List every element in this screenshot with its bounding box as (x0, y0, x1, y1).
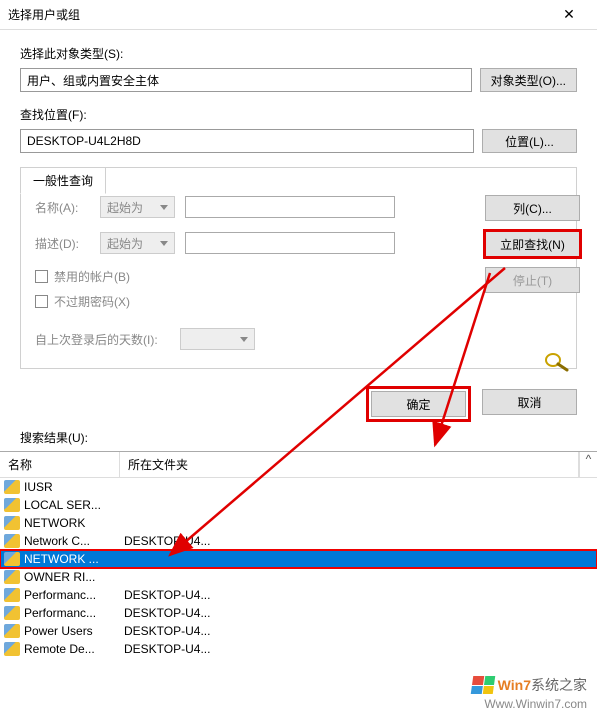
row-name: OWNER RI... (24, 570, 124, 584)
table-row[interactable]: Performanc...DESKTOP-U4... (0, 586, 597, 604)
row-name: Remote De... (24, 642, 124, 656)
table-row[interactable]: OWNER RI... (0, 568, 597, 586)
row-location: DESKTOP-U4... (124, 588, 593, 602)
row-name: LOCAL SER... (24, 498, 124, 512)
table-row[interactable]: Remote De...DESKTOP-U4... (0, 640, 597, 658)
table-row[interactable]: LOCAL SER... (0, 496, 597, 514)
name-label: 名称(A): (35, 199, 90, 216)
window-title: 选择用户或组 (8, 6, 549, 23)
results-label: 搜索结果(U): (0, 429, 597, 451)
user-group-icon (4, 516, 20, 530)
col-name[interactable]: 名称 (0, 452, 120, 477)
watermark-url: Www.Winwin7.com (472, 697, 587, 711)
row-name: Performanc... (24, 588, 124, 602)
row-location: DESKTOP-U4... (124, 642, 593, 656)
location-label: 查找位置(F): (20, 106, 577, 123)
user-group-icon (4, 498, 20, 512)
col-location[interactable]: 所在文件夹 (120, 452, 579, 477)
days-since-login-select (180, 328, 255, 350)
ok-highlight: 确定 (369, 389, 468, 419)
search-icon (541, 350, 571, 372)
row-name: Power Users (24, 624, 124, 638)
ok-button[interactable]: 确定 (371, 391, 466, 417)
title-bar: 选择用户或组 ✕ (0, 0, 597, 30)
table-row[interactable]: IUSR (0, 478, 597, 496)
user-group-icon (4, 642, 20, 656)
user-group-icon (4, 480, 20, 494)
row-location: DESKTOP-U4... (124, 606, 593, 620)
days-since-login-label: 自上次登录后的天数(I): (35, 331, 170, 348)
cancel-button[interactable]: 取消 (482, 389, 577, 415)
stop-button: 停止(T) (485, 267, 580, 293)
windows-flag-icon (470, 676, 495, 694)
locations-button[interactable]: 位置(L)... (482, 129, 577, 153)
watermark-brand: Win7系统之家 (498, 675, 587, 695)
disabled-accounts-checkbox[interactable]: 禁用的帐户(B) (35, 268, 456, 285)
user-group-icon (4, 606, 20, 620)
desc-input[interactable] (185, 232, 395, 254)
scroll-up-icon[interactable]: ^ (579, 452, 597, 477)
checkbox-icon (35, 295, 48, 308)
watermark: Win7系统之家 Www.Winwin7.com (472, 675, 587, 711)
desc-label: 描述(D): (35, 235, 90, 252)
user-group-icon (4, 552, 20, 566)
row-location: DESKTOP-U4... (124, 534, 593, 548)
table-row[interactable]: Performanc...DESKTOP-U4... (0, 604, 597, 622)
table-row[interactable]: NETWORK ... (0, 550, 597, 568)
close-icon[interactable]: ✕ (549, 6, 589, 23)
name-mode-select[interactable]: 起始为 (100, 196, 175, 218)
columns-button[interactable]: 列(C)... (485, 195, 580, 221)
object-type-input[interactable] (20, 68, 472, 92)
row-name: Performanc... (24, 606, 124, 620)
checkbox-icon (35, 270, 48, 283)
user-group-icon (4, 570, 20, 584)
user-group-icon (4, 588, 20, 602)
row-name: IUSR (24, 480, 124, 494)
object-type-label: 选择此对象类型(S): (20, 45, 577, 62)
find-now-button[interactable]: 立即查找(N) (485, 231, 580, 257)
user-group-icon (4, 624, 20, 638)
user-group-icon (4, 534, 20, 548)
location-input[interactable] (20, 129, 474, 153)
table-row[interactable]: Network C...DESKTOP-U4... (0, 532, 597, 550)
results-header: 名称 所在文件夹 ^ (0, 452, 597, 478)
name-input[interactable] (185, 196, 395, 218)
results-list: 名称 所在文件夹 ^ IUSR LOCAL SER... NETWORK Networ… (0, 451, 597, 658)
tab-general-query[interactable]: 一般性查询 (20, 167, 106, 194)
non-expiring-checkbox[interactable]: 不过期密码(X) (35, 293, 456, 310)
desc-mode-select[interactable]: 起始为 (100, 232, 175, 254)
row-name: NETWORK (24, 516, 124, 530)
object-types-button[interactable]: 对象类型(O)... (480, 68, 577, 92)
row-name: Network C... (24, 534, 124, 548)
table-row[interactable]: Power UsersDESKTOP-U4... (0, 622, 597, 640)
table-row[interactable]: NETWORK (0, 514, 597, 532)
row-name: NETWORK ... (24, 552, 124, 566)
row-location: DESKTOP-U4... (124, 624, 593, 638)
